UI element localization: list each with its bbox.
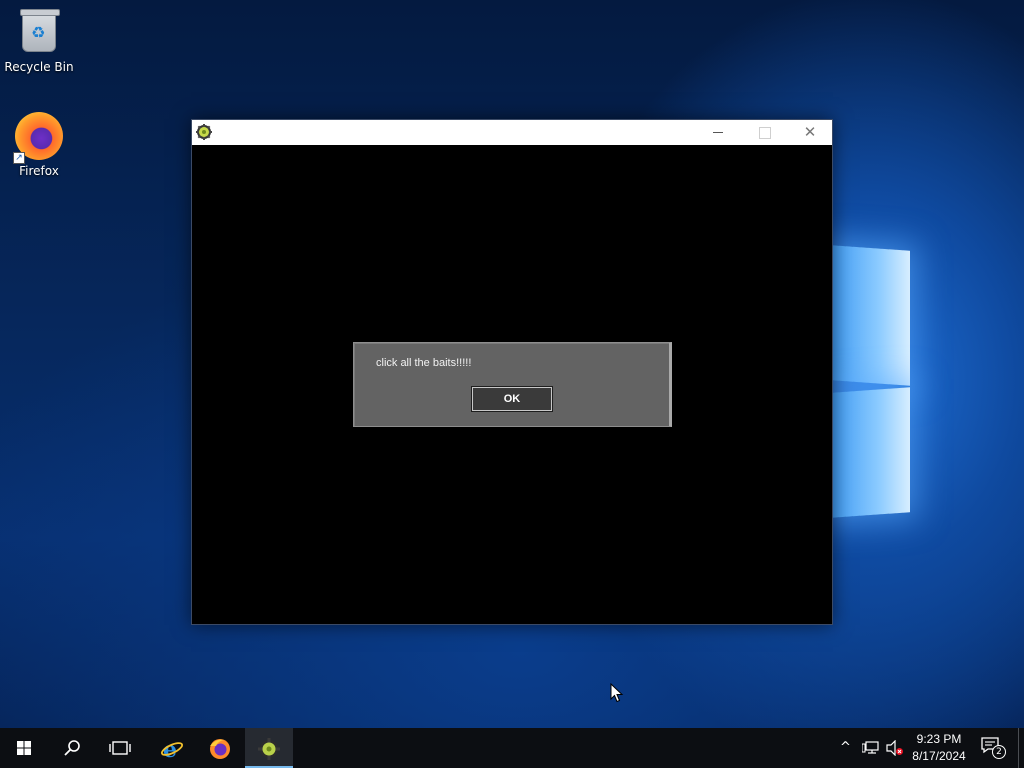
desktop-icon-firefox[interactable]: ↗ Firefox	[1, 112, 77, 178]
desktop-icon-label: Recycle Bin	[4, 60, 74, 74]
settings-gear-icon	[196, 124, 212, 140]
volume-status[interactable]	[886, 739, 904, 757]
taskbar-running-app[interactable]	[245, 728, 293, 768]
desktop-icon-recycle-bin[interactable]: ♻ Recycle Bin	[1, 9, 77, 74]
minimize-button[interactable]	[695, 120, 741, 145]
window-titlebar[interactable]: ✕	[192, 120, 832, 145]
search-button[interactable]	[48, 728, 96, 768]
close-button[interactable]: ✕	[787, 120, 833, 145]
notification-count-badge: 2	[992, 745, 1006, 759]
desktop-icon-label: Firefox	[19, 164, 59, 178]
action-center-button[interactable]: 2	[980, 736, 1006, 760]
chevron-up-icon: ^	[840, 740, 851, 755]
maximize-button[interactable]	[741, 120, 787, 145]
mouse-cursor-icon	[610, 683, 624, 703]
clock-time: 9:23 PM	[916, 732, 962, 746]
start-button[interactable]	[0, 728, 48, 768]
internet-explorer-icon: e	[160, 738, 184, 760]
task-view-icon	[109, 741, 131, 755]
close-icon: ✕	[803, 123, 817, 141]
wallpaper-windows-logo	[832, 230, 912, 520]
show-desktop-button[interactable]	[1018, 728, 1019, 768]
taskbar-clock[interactable]: 9:23 PM 8/17/2024	[906, 731, 972, 765]
taskbar: e ^ 9:23 PM 8/17/2024 2	[0, 728, 1024, 768]
settings-gear-icon	[258, 738, 280, 760]
shortcut-arrow-icon: ↗	[13, 152, 25, 164]
recycle-bin-icon: ♻	[20, 9, 60, 52]
show-hidden-icons-button[interactable]: ^	[840, 740, 851, 756]
windows-start-icon	[17, 741, 31, 755]
clock-date: 8/17/2024	[912, 749, 966, 763]
search-icon	[64, 740, 80, 756]
task-view-button[interactable]	[96, 728, 144, 768]
taskbar-internet-explorer[interactable]: e	[148, 728, 196, 768]
network-icon	[861, 741, 879, 754]
message-dialog: click all the baits!!!!! OK	[353, 342, 672, 427]
firefox-icon	[210, 739, 230, 759]
dialog-message: click all the baits!!!!!	[376, 357, 472, 369]
taskbar-firefox[interactable]	[196, 728, 244, 768]
volume-muted-icon	[886, 739, 903, 757]
ok-button[interactable]: OK	[471, 386, 553, 412]
firefox-icon: ↗	[13, 112, 63, 164]
network-status[interactable]	[861, 740, 880, 756]
